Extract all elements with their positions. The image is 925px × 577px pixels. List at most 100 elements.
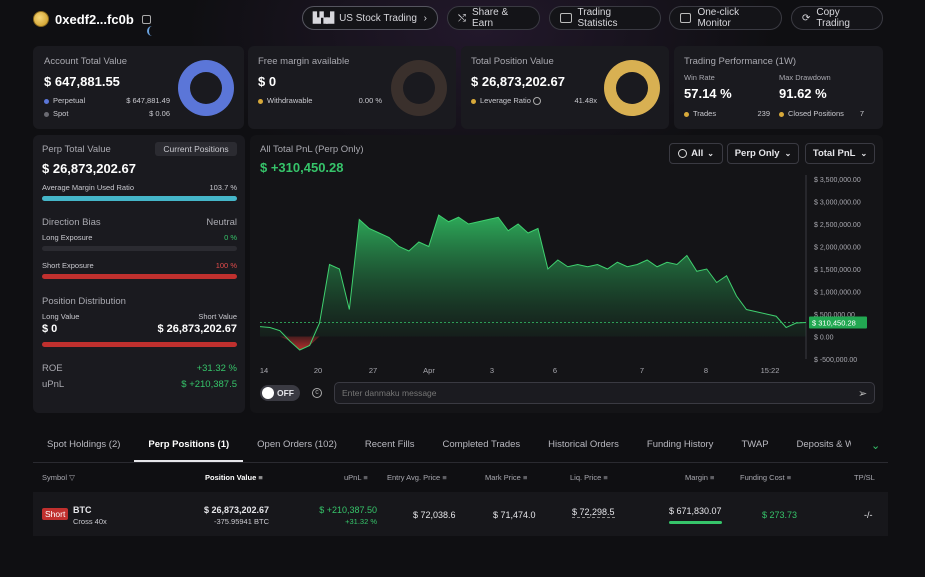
- time-filter-dropdown[interactable]: All ⌄: [669, 143, 723, 164]
- row-funding: $ 273.73: [762, 510, 798, 520]
- perp-filter-label: Perp Only: [734, 148, 780, 159]
- long-exposure-value: 0 %: [224, 233, 237, 242]
- danmaku-icon[interactable]: c: [312, 388, 322, 398]
- sort-icon: ≡: [442, 473, 447, 482]
- spot-dot-icon: [44, 111, 49, 117]
- trades-label: Trades: [693, 109, 717, 118]
- x-tick-label: 6: [553, 366, 557, 375]
- current-positions-button[interactable]: Current Positions: [155, 142, 237, 156]
- tab-spot-holdings[interactable]: Spot Holdings (2): [33, 432, 134, 462]
- y-tick-label: $ -500,000.00: [814, 357, 857, 364]
- x-tick-label: 8: [704, 366, 708, 375]
- perp-filter-dropdown[interactable]: Perp Only ⌄: [727, 143, 799, 164]
- distribution-bar: [42, 342, 237, 347]
- y-tick-label: $ 3,500,000.00: [814, 177, 861, 184]
- top-bar: 0xedf2...fc0b ▙▚▟ US Stock Trading › ⤭ S…: [0, 0, 925, 40]
- free-margin-value: $ 0: [258, 74, 277, 89]
- tab-deposits-withdrawals[interactable]: Deposits & Withd: [783, 432, 851, 462]
- spot-row: Spot $ 0.06: [44, 109, 170, 118]
- col-liq[interactable]: Liq. Price ≡: [570, 473, 608, 482]
- pnl-type-dropdown[interactable]: Total PnL ⌄: [805, 143, 875, 164]
- avg-margin-value: 103.7 %: [209, 183, 237, 192]
- row-margin: $ 671,830.07: [669, 506, 722, 516]
- y-tick-label: $ 1,500,000.00: [814, 267, 861, 274]
- sort-icon: ≡: [786, 473, 792, 482]
- perp-total-value: $ 26,873,202.67: [42, 161, 136, 176]
- send-icon[interactable]: ➢: [858, 387, 874, 400]
- table-row[interactable]: [33, 492, 888, 536]
- col-entry[interactable]: Entry Avg. Price ≡: [387, 473, 447, 482]
- total-position-label: Total Position Value: [471, 56, 554, 67]
- account-donut-chart: [178, 60, 234, 116]
- positions-tab-bar: Spot Holdings (2) Perp Positions (1) Ope…: [33, 432, 888, 462]
- tab-recent-fills[interactable]: Recent Fills: [351, 432, 429, 462]
- col-symbol[interactable]: Symbol ▽: [42, 473, 75, 482]
- margin-donut-chart: [391, 60, 447, 116]
- y-tick-label: $ 2,500,000.00: [814, 222, 861, 229]
- col-funding[interactable]: Funding Cost ≡: [740, 473, 791, 482]
- direction-bias-label: Direction Bias: [42, 217, 101, 228]
- tab-open-orders[interactable]: Open Orders (102): [243, 432, 351, 462]
- wallet-address: 0xedf2...fc0b: [55, 11, 134, 27]
- withdrawable-row: Withdrawable 0.00 %: [258, 96, 382, 105]
- current-value-tag-label: $ 310,450.28: [812, 319, 856, 328]
- perpetual-row: Perpetual $ 647,881.49: [44, 96, 170, 105]
- col-margin[interactable]: Margin ≡: [685, 473, 714, 482]
- us-stock-trading-button[interactable]: ▙▚▟ US Stock Trading ›: [302, 6, 438, 30]
- one-click-monitor-button[interactable]: One-click Monitor: [669, 6, 782, 30]
- col-symbol-label: Symbol: [42, 473, 68, 482]
- leverage-row: Leverage Ratio 41.48x: [471, 96, 597, 106]
- short-exposure-label: Short Exposure: [42, 261, 94, 270]
- x-tick-label: 27: [369, 366, 377, 375]
- roe-label: ROE: [42, 363, 63, 374]
- col-upnl[interactable]: uPnL ≡: [344, 473, 368, 482]
- filter-icon[interactable]: ▽: [69, 473, 75, 482]
- direction-bias-value: Neutral: [206, 217, 237, 228]
- info-icon[interactable]: [532, 97, 541, 106]
- col-margin-label: Margin: [685, 473, 708, 482]
- danmaku-toggle[interactable]: OFF: [260, 385, 300, 401]
- monitor-icon: [680, 13, 692, 23]
- danmaku-input-container[interactable]: ➢: [334, 382, 875, 404]
- sort-icon: ≡: [710, 473, 715, 482]
- col-tpsl: TP/SL: [854, 473, 875, 482]
- copy-trading-icon: ⟳: [802, 12, 811, 24]
- danmaku-input[interactable]: [335, 388, 858, 398]
- total-position-value: $ 26,873,202.67: [471, 74, 565, 89]
- clock-icon: [678, 149, 688, 158]
- x-tick-label: 15:22: [761, 366, 780, 375]
- tab-funding-history[interactable]: Funding History: [633, 432, 728, 462]
- toggle-label: OFF: [277, 388, 294, 398]
- col-position-value[interactable]: Position Value ≡: [205, 473, 263, 482]
- copy-trading-button[interactable]: ⟳ Copy Trading: [791, 6, 883, 30]
- wallet-address-group[interactable]: 0xedf2...fc0b: [33, 11, 151, 27]
- long-value-label: Long Value: [42, 312, 80, 321]
- x-tick-label: 14: [260, 366, 268, 375]
- trading-statistics-button[interactable]: Trading Statistics: [549, 6, 661, 30]
- long-exposure-bar: [42, 246, 237, 251]
- position-distribution-label: Position Distribution: [42, 296, 126, 307]
- chevron-down-icon[interactable]: ⌄: [871, 439, 880, 452]
- share-earn-button[interactable]: ⤭ Share & Earn: [447, 6, 540, 30]
- col-mark[interactable]: Mark Price ≡: [485, 473, 527, 482]
- tab-perp-positions[interactable]: Perp Positions (1): [134, 432, 244, 462]
- tab-historical-orders[interactable]: Historical Orders: [534, 432, 633, 462]
- row-symbol[interactable]: BTC: [73, 505, 92, 515]
- time-filter-label: All: [691, 148, 704, 159]
- pnl-area-chart: $ 3,500,000.00 $ 3,000,000.00 $ 2,500,000.…: [260, 175, 867, 375]
- leverage-value: 41.48x: [574, 96, 597, 105]
- copy-trading-label: Copy Trading: [816, 7, 850, 29]
- row-tpsl[interactable]: -/-: [864, 510, 873, 520]
- tab-twap[interactable]: TWAP: [727, 432, 782, 462]
- copy-icon[interactable]: [141, 14, 151, 24]
- margin-bar: [669, 521, 722, 524]
- perpetual-label: Perpetual: [53, 96, 86, 105]
- row-mode: Cross 40x: [73, 517, 107, 526]
- tab-completed-trades[interactable]: Completed Trades: [429, 432, 535, 462]
- win-rate-label: Win Rate: [684, 73, 715, 82]
- free-margin-card: Free margin available $ 0 Withdrawable 0.…: [248, 46, 456, 129]
- short-exposure-value: 100 %: [215, 261, 237, 270]
- monitor-label: One-click Monitor: [697, 7, 740, 29]
- share-icon: ⤭: [458, 12, 466, 24]
- withdrawable-label: Withdrawable: [267, 96, 313, 105]
